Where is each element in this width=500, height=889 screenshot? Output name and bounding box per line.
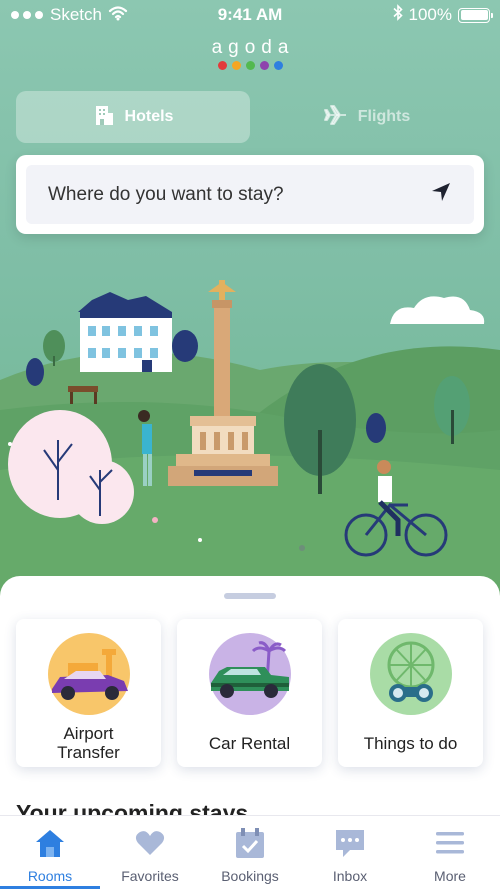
logo-text: agoda	[211, 37, 295, 58]
park-illustration	[0, 280, 500, 600]
location-arrow-icon[interactable]	[430, 181, 452, 208]
logo-dot	[259, 61, 269, 70]
sheet-drag-handle[interactable]	[224, 593, 276, 599]
logo-dot	[217, 61, 227, 70]
car-rental-card[interactable]: Car Rental	[177, 619, 322, 767]
carrier-name: Sketch	[50, 5, 102, 24]
tab-hotels-label: Hotels	[124, 108, 174, 125]
battery-percent: 100%	[408, 5, 452, 24]
tab-flights[interactable]: Flights	[250, 91, 484, 143]
airport-transfer-label: Airport Transfer	[57, 724, 120, 762]
nav-rooms-label: Rooms	[27, 868, 73, 884]
bottom-navigation: Rooms Favorites Bookings Inbox More	[0, 815, 500, 889]
hero-illustration	[0, 0, 500, 600]
nav-more[interactable]: More	[400, 816, 500, 889]
wifi-icon	[108, 5, 128, 26]
logo-dot	[273, 61, 283, 70]
nav-more-label: More	[434, 868, 466, 884]
things-to-do-label: Things to do	[363, 733, 458, 753]
logo-dot	[245, 61, 255, 70]
nav-inbox-label: Inbox	[332, 868, 368, 884]
calendar-check-icon	[234, 827, 266, 864]
battery-icon	[458, 7, 493, 23]
logo-dots	[0, 61, 500, 70]
airport-transfer-card[interactable]: Airport Transfer	[16, 619, 161, 767]
nav-bookings-label: Bookings	[221, 868, 279, 884]
search-input[interactable]: Where do you want to stay?	[26, 165, 474, 224]
logo-dot	[231, 61, 241, 70]
signal-dots-icon	[10, 5, 44, 25]
things-to-do-icon	[369, 633, 452, 715]
nav-favorites[interactable]: Favorites	[100, 816, 200, 889]
airplane-icon	[323, 104, 348, 131]
things-to-do-card[interactable]: Things to do	[338, 619, 483, 767]
tab-hotels[interactable]: Hotels	[16, 91, 250, 143]
car-rental-label: Car Rental	[208, 733, 291, 753]
status-bar: Sketch 9:41 AM 100%	[0, 0, 500, 30]
tab-flights-label: Flights	[357, 108, 411, 125]
search-card: Where do you want to stay?	[16, 155, 484, 234]
menu-icon	[434, 827, 466, 864]
nav-bookings[interactable]: Bookings	[200, 816, 300, 889]
nav-rooms[interactable]: Rooms	[0, 816, 100, 889]
car-rental-icon	[208, 633, 291, 715]
airport-transfer-icon	[47, 633, 130, 715]
chat-bubble-icon	[334, 827, 366, 864]
agoda-logo: agoda	[0, 37, 500, 70]
bluetooth-icon	[392, 4, 403, 26]
search-type-tabs: Hotels Flights	[16, 91, 484, 143]
house-icon	[34, 827, 66, 864]
nav-inbox[interactable]: Inbox	[300, 816, 400, 889]
hotel-icon	[93, 104, 115, 131]
search-placeholder: Where do you want to stay?	[48, 183, 284, 205]
heart-icon	[134, 827, 166, 864]
nav-favorites-label: Favorites	[121, 868, 179, 884]
